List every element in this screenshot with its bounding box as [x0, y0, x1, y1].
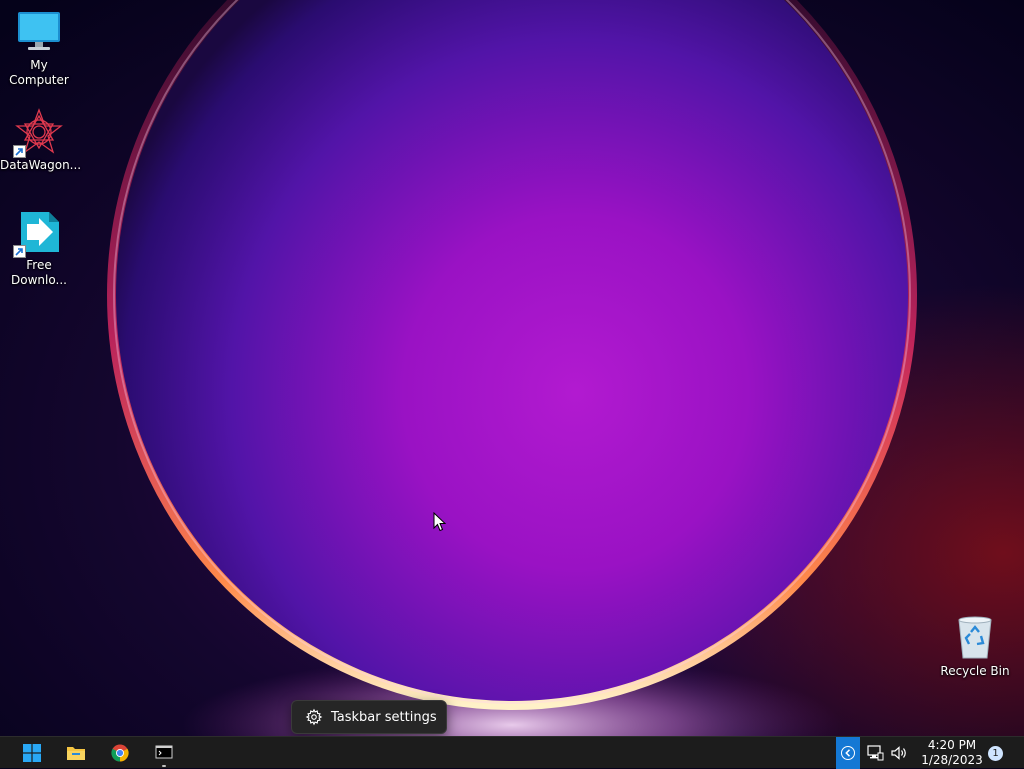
- shortcut-arrow-icon: [13, 145, 26, 158]
- notification-badge[interactable]: 1: [988, 746, 1003, 761]
- windows-logo-icon: [23, 744, 41, 762]
- recycle-bin-icon: [951, 614, 999, 662]
- gear-icon: [305, 708, 323, 726]
- file-explorer-button[interactable]: [56, 739, 96, 767]
- desktop-icon-label: My Computer: [9, 58, 69, 87]
- desktop-icon-label: DataWagon...: [0, 158, 82, 172]
- free-download-manager-icon: [13, 208, 63, 258]
- chrome-icon: [111, 744, 129, 762]
- taskbar-settings-menu-item[interactable]: Taskbar settings: [291, 700, 447, 734]
- mouse-cursor-icon: [433, 512, 447, 532]
- clock-time: 4:20 PM: [927, 738, 977, 752]
- desktop-wallpaper: [0, 0, 1024, 768]
- monitor-icon: [15, 8, 63, 56]
- terminal-button[interactable]: [144, 739, 184, 767]
- clock[interactable]: 4:20 PM 1/28/2023: [916, 738, 988, 769]
- running-indicator: [162, 765, 166, 767]
- desktop-icon-label: Free Downlo...: [11, 258, 67, 287]
- desktop-icon-recycle-bin[interactable]: Recycle Bin: [936, 614, 1014, 679]
- start-button[interactable]: [12, 739, 52, 767]
- show-hidden-icons-button[interactable]: [836, 737, 860, 769]
- terminal-icon: [155, 745, 173, 759]
- desktop-icon-datawagon[interactable]: DataWagon...: [0, 108, 82, 173]
- chevron-left-icon: [841, 746, 855, 760]
- desktop-icon-my-computer[interactable]: My Computer: [0, 8, 78, 88]
- chrome-button[interactable]: [100, 739, 140, 767]
- volume-icon[interactable]: [890, 745, 908, 761]
- folder-icon: [67, 747, 85, 760]
- datawagon-icon: [13, 108, 63, 158]
- taskbar: 4:20 PM 1/28/2023 1: [0, 736, 1024, 769]
- taskbar-settings-label: Taskbar settings: [331, 709, 437, 725]
- network-icon[interactable]: [866, 745, 884, 761]
- shortcut-arrow-icon: [13, 245, 26, 258]
- desktop-icon-label: Recycle Bin: [940, 664, 1010, 678]
- clock-date: 1/28/2023: [921, 753, 983, 767]
- desktop-icon-free-download-manager[interactable]: Free Downlo...: [0, 208, 78, 288]
